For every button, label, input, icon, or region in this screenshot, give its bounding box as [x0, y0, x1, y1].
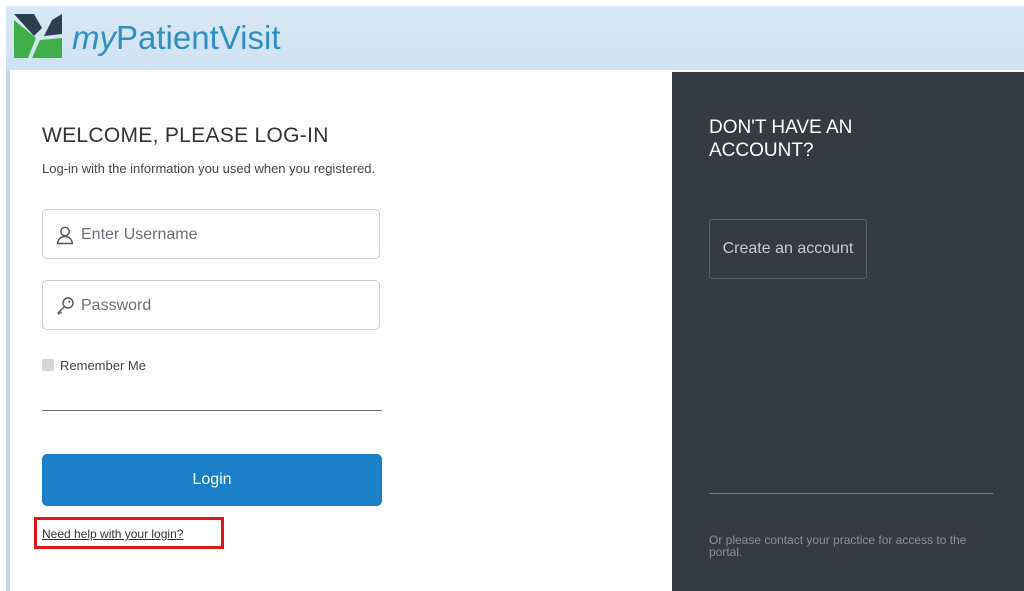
username-input[interactable]: [79, 220, 373, 250]
need-help-link[interactable]: Need help with your login?: [42, 527, 183, 541]
contact-practice-note: Or please contact your practice for acce…: [709, 533, 967, 559]
page-subtitle: Log-in with the information you used whe…: [42, 161, 376, 176]
remember-me-label: Remember Me: [60, 357, 146, 373]
login-divider: [42, 410, 382, 411]
create-account-button[interactable]: Create an account: [709, 219, 867, 279]
remember-me-checkbox[interactable]: [42, 359, 54, 371]
login-page: myPatientVisit WELCOME, PLEASE LOG-IN Lo…: [0, 0, 1024, 591]
remember-me[interactable]: Remember Me: [42, 357, 146, 373]
app-header: myPatientVisit: [6, 6, 1024, 70]
login-button[interactable]: Login: [42, 454, 382, 506]
login-card: [10, 72, 672, 591]
logo-prefix: my: [72, 19, 116, 56]
password-input[interactable]: [79, 291, 373, 321]
key-icon: [57, 297, 74, 315]
password-field[interactable]: [42, 280, 380, 330]
page-title: WELCOME, PLEASE LOG-IN: [42, 124, 329, 147]
logo-name: PatientVisit: [116, 19, 281, 56]
signup-title: DON'T HAVE AN ACCOUNT?: [709, 117, 853, 161]
user-icon: [56, 226, 74, 245]
username-field[interactable]: [42, 209, 380, 259]
app-logo-text: myPatientVisit: [72, 18, 280, 58]
signup-divider: [709, 493, 993, 494]
mypatientvisit-logo-icon: [14, 14, 62, 58]
signup-panel: DON'T HAVE AN ACCOUNT? Create an account…: [672, 72, 1024, 591]
